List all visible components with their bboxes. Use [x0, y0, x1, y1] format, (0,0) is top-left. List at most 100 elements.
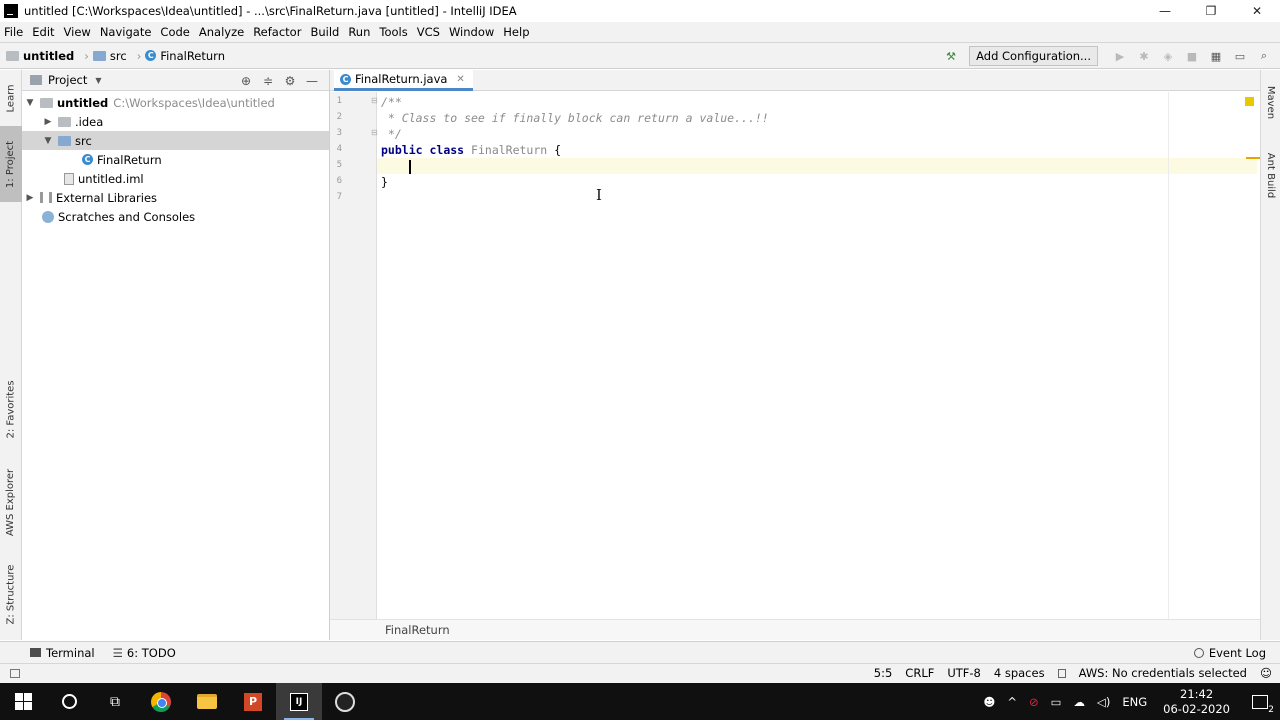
add-configuration-button[interactable]: Add Configuration... — [969, 46, 1098, 66]
code-editor[interactable]: /** * Class to see if finally block can … — [377, 92, 1257, 619]
people-icon[interactable]: ☻ — [983, 695, 995, 709]
menu-code[interactable]: Code — [160, 25, 189, 39]
language-indicator[interactable]: ENG — [1122, 695, 1147, 709]
search-everywhere-icon[interactable]: ⌕ — [1254, 47, 1274, 65]
caret-position[interactable]: 5:5 — [874, 666, 893, 680]
expanded-arrow-icon[interactable]: ▼ — [42, 136, 54, 146]
expanded-arrow-icon[interactable]: ▼ — [24, 98, 36, 108]
menu-view[interactable]: View — [64, 25, 91, 39]
crumb-untitled[interactable]: untitled — [6, 49, 74, 63]
collapsed-arrow-icon[interactable]: ▶ — [42, 117, 54, 127]
menu-run[interactable]: Run — [348, 25, 370, 39]
battery-icon[interactable]: ▭ — [1051, 695, 1062, 709]
taskbar-powerpoint[interactable]: P — [230, 683, 276, 720]
taskbar-chrome[interactable] — [138, 683, 184, 720]
tool-tab-ant-build[interactable]: Ant Build — [1261, 142, 1280, 208]
menu-tools[interactable]: Tools — [379, 25, 407, 39]
tool-tab-terminal[interactable]: Terminal — [30, 646, 95, 660]
tree-item-finalreturn[interactable]: C FinalReturn — [22, 150, 329, 169]
code-line-5 — [377, 158, 1257, 174]
taskbar-obs[interactable] — [322, 683, 368, 720]
minimize-button[interactable]: — — [1142, 0, 1188, 22]
line-separator[interactable]: CRLF — [905, 666, 934, 680]
folder-icon — [58, 116, 71, 127]
cloud-icon[interactable]: ☁ — [1074, 695, 1086, 709]
editor-tab-bar: C FinalReturn.java ✕ — [330, 70, 1260, 91]
project-structure-icon[interactable]: ▦ — [1206, 47, 1226, 65]
fold-marker-icon[interactable]: ⊟ — [371, 96, 378, 105]
crumb-src[interactable]: › src — [80, 49, 126, 63]
menu-help[interactable]: Help — [503, 25, 529, 39]
file-encoding[interactable]: UTF-8 — [947, 666, 981, 680]
lock-icon[interactable] — [1057, 668, 1066, 678]
sdk-icon[interactable]: ▭ — [1230, 47, 1250, 65]
close-tab-icon[interactable]: ✕ — [456, 74, 464, 85]
debug-icon[interactable]: ✱ — [1134, 47, 1154, 65]
stop-icon[interactable]: ■ — [1182, 47, 1202, 65]
tool-tab-event-log[interactable]: Event Log — [1193, 646, 1266, 660]
tool-tab-favorites[interactable]: 2: Favorites — [0, 370, 22, 448]
menu-analyze[interactable]: Analyze — [199, 25, 244, 39]
tool-tab-learn[interactable]: Learn — [0, 74, 22, 122]
tool-tab-project[interactable]: 1: Project — [0, 126, 22, 202]
build-hammer-icon[interactable]: ⚒ — [941, 47, 961, 65]
intellij-icon: IJ — [290, 692, 308, 711]
gear-icon[interactable]: ⚙ — [279, 72, 301, 89]
editor-tab-finalreturn[interactable]: C FinalReturn.java ✕ — [334, 70, 473, 91]
antivirus-icon[interactable]: ⊘ — [1029, 695, 1039, 709]
search-button[interactable] — [46, 683, 92, 720]
tool-tab-maven[interactable]: Maven — [1261, 74, 1280, 130]
tool-tab-todo[interactable]: ☰ 6: TODO — [113, 646, 176, 660]
task-view-button[interactable]: ⧉ — [92, 683, 138, 720]
error-stripe-mark[interactable] — [1246, 157, 1260, 159]
library-icon — [40, 192, 52, 203]
clock-time: 21:42 — [1180, 686, 1214, 701]
taskbar-intellij[interactable]: IJ — [276, 683, 322, 720]
project-view-selector[interactable]: Project — [48, 73, 87, 87]
show-hidden-icons-icon[interactable]: ^ — [1007, 695, 1017, 709]
indent-setting[interactable]: 4 spaces — [994, 666, 1045, 680]
action-center-button[interactable]: 2 — [1240, 683, 1280, 720]
menu-build[interactable]: Build — [310, 25, 339, 39]
status-widgets: 5:5 CRLF UTF-8 4 spaces AWS: No credenti… — [861, 666, 1272, 680]
menu-window[interactable]: Window — [449, 25, 494, 39]
collapsed-arrow-icon[interactable]: ▶ — [24, 193, 36, 203]
menu-refactor[interactable]: Refactor — [253, 25, 301, 39]
toggle-tool-windows-icon[interactable] — [10, 669, 20, 678]
taskbar-file-explorer[interactable] — [184, 683, 230, 720]
breadcrumb-class[interactable]: FinalReturn — [385, 623, 450, 637]
tree-item-external-libraries[interactable]: ▶ External Libraries — [22, 188, 329, 207]
search-icon — [61, 694, 77, 709]
menu-vcs[interactable]: VCS — [417, 25, 440, 39]
crumb-finalreturn[interactable]: › C FinalReturn — [133, 49, 225, 63]
menu-navigate[interactable]: Navigate — [100, 25, 152, 39]
coverage-icon[interactable]: ◈ — [1158, 47, 1178, 65]
close-button[interactable]: ✕ — [1234, 0, 1280, 22]
inspector-icon[interactable]: ☺ — [1260, 666, 1272, 680]
volume-icon[interactable]: ◁) — [1097, 695, 1110, 709]
locate-file-icon[interactable]: ⊕ — [235, 72, 257, 89]
clock[interactable]: 21:42 06-02-2020 — [1163, 687, 1230, 717]
inspection-status-icon[interactable] — [1245, 97, 1254, 106]
menu-file[interactable]: File — [4, 25, 23, 39]
fold-marker-icon[interactable]: ⊟ — [371, 128, 378, 137]
tree-item-untitled[interactable]: ▼ untitled C:\Workspaces\Idea\untitled — [22, 93, 329, 112]
restore-button[interactable]: ❐ — [1188, 0, 1234, 22]
menu-edit[interactable]: Edit — [32, 25, 54, 39]
collapse-all-icon[interactable]: ≑ — [257, 72, 279, 89]
run-icon[interactable]: ▶ — [1110, 47, 1130, 65]
right-tool-strip: Maven Ant Build — [1260, 70, 1280, 640]
tree-item-src[interactable]: ▼ src — [22, 131, 329, 150]
hide-panel-icon[interactable]: — — [301, 72, 323, 89]
tool-tab-structure[interactable]: Z: Structure — [0, 556, 22, 632]
start-button[interactable] — [0, 683, 46, 720]
tool-tab-aws-explorer[interactable]: AWS Explorer — [0, 458, 22, 546]
project-panel: Project ▼ ⊕ ≑ ⚙ — ▼ untitled C:\Workspac… — [22, 70, 330, 640]
editor-breadcrumb: FinalReturn — [330, 619, 1260, 640]
tree-item-untitled-iml[interactable]: untitled.iml — [22, 169, 329, 188]
chevron-down-icon[interactable]: ▼ — [95, 76, 101, 85]
windows-taskbar: ⧉ P IJ ☻ ^ ⊘ ▭ ☁ ◁) ENG 21:42 06-02-2020… — [0, 683, 1280, 720]
aws-connection[interactable]: AWS: No credentials selected — [1079, 666, 1247, 680]
tree-item-scratches[interactable]: Scratches and Consoles — [22, 207, 329, 226]
tree-item-idea[interactable]: ▶ .idea — [22, 112, 329, 131]
